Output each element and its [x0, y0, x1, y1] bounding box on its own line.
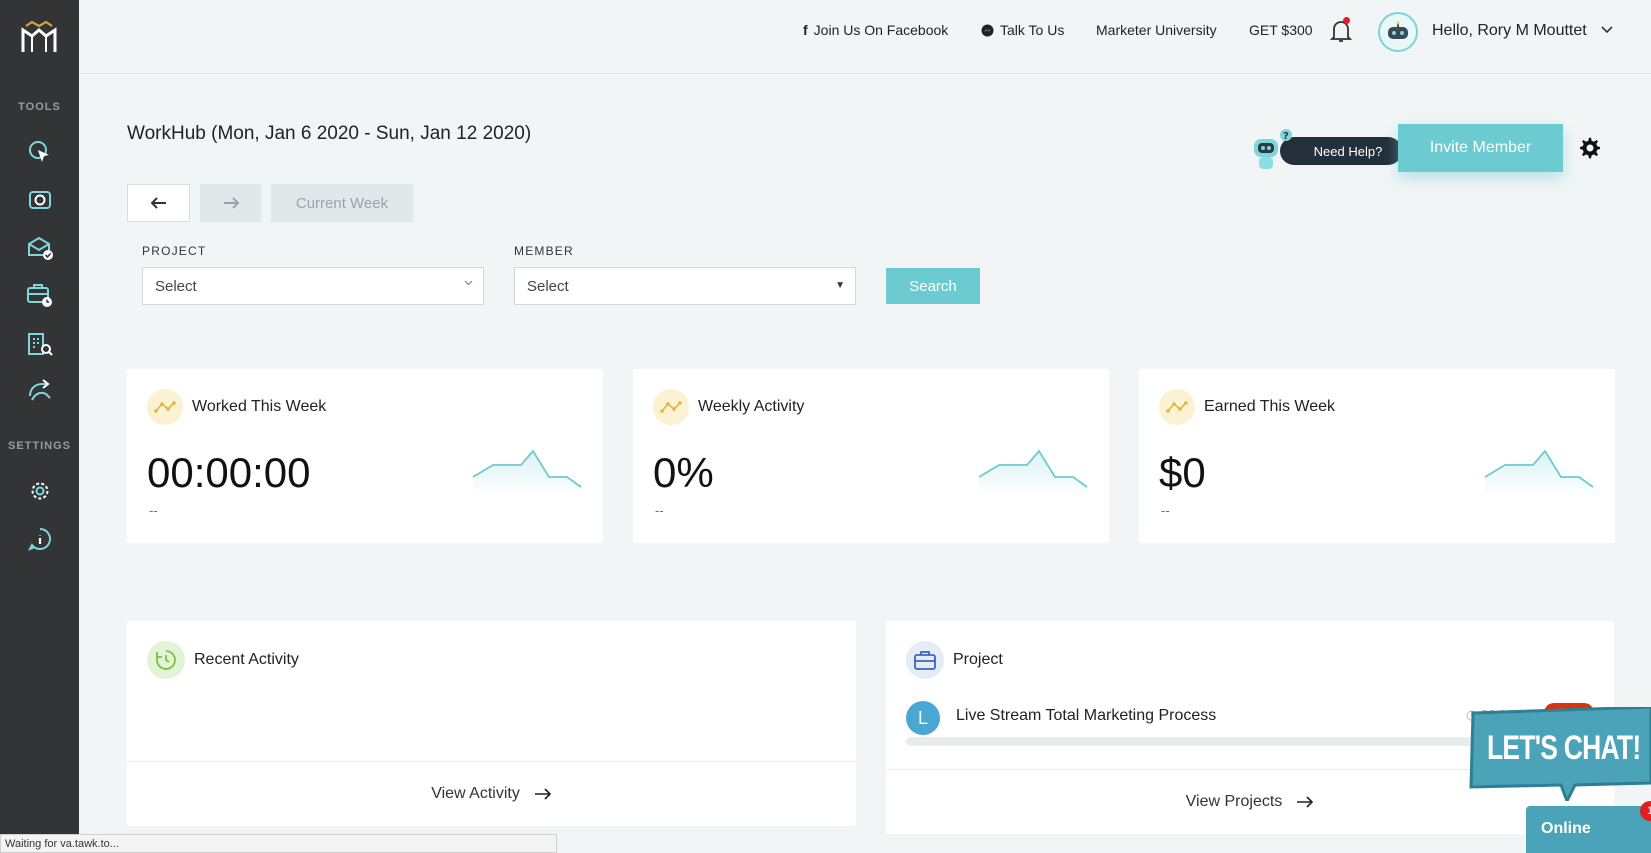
chat-online-tab[interactable]: Online — [1526, 806, 1651, 853]
user-avatar[interactable] — [1378, 12, 1418, 52]
facebook-link[interactable]: f Join Us On Facebook — [803, 22, 948, 38]
view-projects-label: View Projects — [1185, 793, 1283, 810]
project-select[interactable]: Select — [142, 267, 484, 305]
current-week-button[interactable]: Current Week — [271, 184, 413, 222]
svg-text:?: ? — [1283, 131, 1289, 142]
arrow-right-icon — [534, 788, 551, 800]
next-week-button[interactable] — [200, 184, 261, 222]
notification-dot — [1343, 17, 1350, 24]
user-greeting[interactable]: Hello, Rory M Mouttet — [1432, 22, 1587, 40]
building-search-icon[interactable] — [26, 330, 54, 358]
lets-chat-label: LET'S CHAT! — [1487, 729, 1641, 767]
view-activity-label: View Activity — [431, 785, 520, 802]
stat-subtext: -- — [1161, 503, 1170, 518]
project-initial-avatar: L — [906, 701, 940, 735]
recent-activity-card: Recent Activity View Activity — [127, 621, 856, 826]
chevron-down-icon — [464, 280, 473, 286]
arrow-right-icon — [223, 197, 239, 209]
sparkline-chart — [978, 449, 1088, 497]
help-robot-icon: ? — [1254, 129, 1292, 169]
talk-to-us-link[interactable]: Talk To Us — [981, 22, 1064, 38]
member-select[interactable]: Select ▼ — [514, 267, 856, 305]
get-300-label: GET $300 — [1249, 22, 1313, 38]
sidebar: TOOLS SETTINGS — [0, 0, 79, 853]
share-hand-icon[interactable] — [26, 377, 54, 405]
stat-title: Worked This Week — [192, 398, 327, 415]
lets-chat-bubble[interactable]: LET'S CHAT! — [1467, 705, 1651, 805]
browser-status-bar: Waiting for va.tawk.to... — [0, 834, 557, 853]
history-clock-icon — [147, 641, 185, 679]
info-chat-icon[interactable] — [26, 525, 54, 553]
project-filter-label: PROJECT — [142, 244, 207, 258]
stat-value: 0% — [653, 449, 714, 496]
sidebar-tools-label: TOOLS — [18, 101, 61, 113]
activity-line-icon — [147, 389, 183, 425]
sparkline-chart — [1484, 449, 1594, 497]
messenger-icon — [981, 24, 994, 36]
weekly-activity-card: Weekly Activity 0% -- — [633, 369, 1109, 543]
sparkline-chart — [472, 449, 582, 497]
sidebar-settings-label: SETTINGS — [7, 440, 71, 452]
stat-subtext: -- — [655, 503, 664, 518]
member-filter-label: MEMBER — [514, 244, 574, 258]
mail-check-icon[interactable] — [26, 234, 54, 262]
caret-down-icon: ▼ — [835, 280, 845, 291]
robot-avatar-icon — [1388, 21, 1408, 39]
project-select-value: Select — [155, 277, 197, 295]
stat-value: $0 — [1159, 449, 1206, 496]
settings-gear-icon[interactable] — [1578, 136, 1602, 160]
facebook-icon: f — [803, 22, 808, 38]
stat-value: 00:00:00 — [147, 449, 311, 496]
need-help-label: Need Help? — [1280, 137, 1402, 165]
camera-icon[interactable] — [26, 186, 54, 214]
cursor-target-icon[interactable] — [26, 138, 54, 166]
arrow-right-icon — [1297, 796, 1314, 808]
marketer-university-link[interactable]: Marketer University — [1096, 22, 1217, 38]
arrow-left-icon — [150, 197, 166, 209]
project-title: Project — [953, 651, 1003, 668]
get-300-link[interactable]: GET $300 — [1249, 22, 1313, 38]
stat-title: Weekly Activity — [698, 398, 805, 415]
member-select-value: Select — [527, 277, 569, 295]
page-title: WorkHub (Mon, Jan 6 2020 - Sun, Jan 12 2… — [127, 123, 532, 144]
activity-line-icon — [653, 389, 689, 425]
marketer-university-label: Marketer University — [1096, 22, 1217, 38]
activity-line-icon — [1159, 389, 1195, 425]
project-name[interactable]: Live Stream Total Marketing Process — [956, 707, 1216, 725]
marketer-logo-icon[interactable] — [20, 20, 58, 54]
view-activity-link[interactable]: View Activity — [127, 761, 856, 826]
stat-title: Earned This Week — [1204, 398, 1336, 415]
briefcase-clock-icon[interactable] — [26, 281, 54, 309]
search-button[interactable]: Search — [886, 268, 980, 304]
worked-this-week-card: Worked This Week 00:00:00 -- — [127, 369, 603, 543]
gear-icon[interactable] — [26, 477, 54, 505]
invite-member-button[interactable]: Invite Member — [1398, 124, 1563, 172]
previous-week-button[interactable] — [127, 184, 190, 222]
recent-activity-title: Recent Activity — [194, 651, 299, 668]
earned-this-week-card: Earned This Week $0 -- — [1139, 369, 1615, 543]
chevron-down-icon[interactable] — [1601, 26, 1613, 34]
facebook-link-label: Join Us On Facebook — [813, 22, 949, 38]
stat-subtext: -- — [149, 503, 158, 518]
talk-to-us-label: Talk To Us — [1000, 22, 1065, 38]
briefcase-icon — [906, 641, 944, 679]
